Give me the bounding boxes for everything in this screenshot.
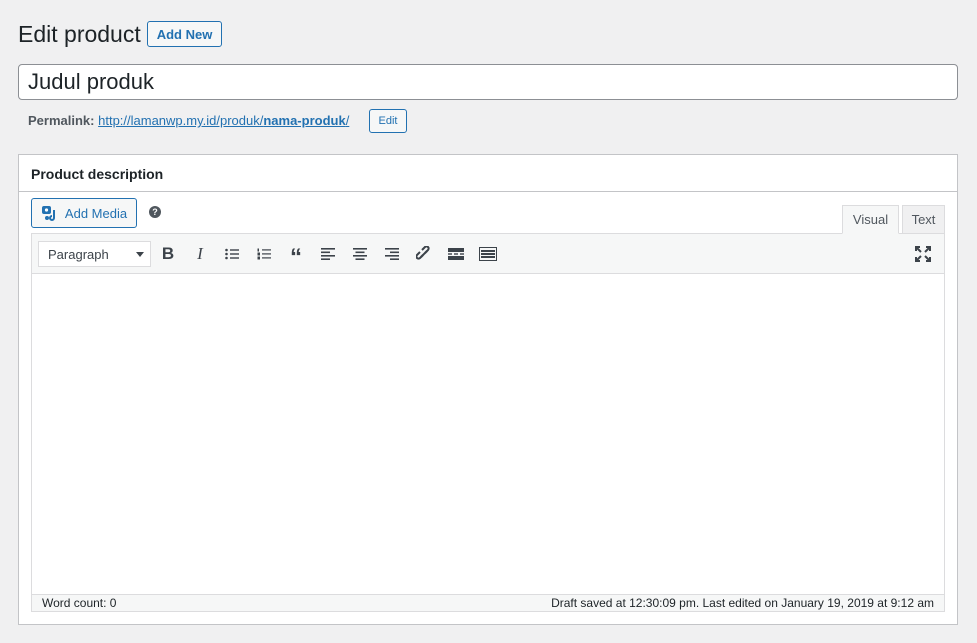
editor-frame: Paragraph B I “ Word count: 0 Draft save… [31, 233, 945, 612]
blockquote-icon[interactable]: “ [286, 244, 306, 271]
product-title-input[interactable] [18, 64, 958, 100]
editor-content[interactable] [32, 274, 944, 595]
edit-permalink-button[interactable]: Edit [369, 109, 407, 133]
help-icon[interactable]: ? [149, 206, 161, 218]
permalink-link[interactable]: http://lamanwp.my.id/produk/nama-produk/ [98, 113, 349, 128]
align-center-icon[interactable] [350, 244, 370, 264]
editor-toolbar: Paragraph B I “ [32, 234, 944, 274]
word-count: Word count: 0 [42, 596, 117, 610]
fullscreen-icon[interactable] [913, 244, 933, 264]
postbox-title: Product description [19, 155, 957, 192]
read-more-icon[interactable] [446, 244, 466, 264]
editor-status-bar: Word count: 0 Draft saved at 12:30:09 pm… [32, 594, 944, 611]
permalink-label: Permalink: [28, 113, 95, 128]
bulleted-list-icon[interactable] [222, 244, 242, 264]
align-right-icon[interactable] [382, 244, 402, 264]
page-title: Edit product [18, 21, 141, 47]
bold-icon[interactable]: B [158, 244, 178, 264]
italic-icon[interactable]: I [190, 244, 210, 264]
chevron-down-icon [136, 252, 144, 257]
add-new-button[interactable]: Add New [147, 21, 222, 47]
format-select[interactable]: Paragraph [38, 241, 151, 267]
align-left-icon[interactable] [318, 244, 338, 264]
tab-visual[interactable]: Visual [842, 205, 899, 234]
link-icon[interactable] [414, 244, 434, 264]
toolbar-toggle-icon[interactable] [478, 244, 498, 264]
add-media-button[interactable]: Add Media [31, 198, 137, 228]
tab-text[interactable]: Text [902, 205, 945, 234]
draft-status: Draft saved at 12:30:09 pm. Last edited … [551, 596, 934, 610]
media-icon [41, 206, 55, 221]
permalink: Permalink: http://lamanwp.my.id/produk/n… [28, 113, 349, 129]
numbered-list-icon[interactable] [254, 244, 274, 264]
